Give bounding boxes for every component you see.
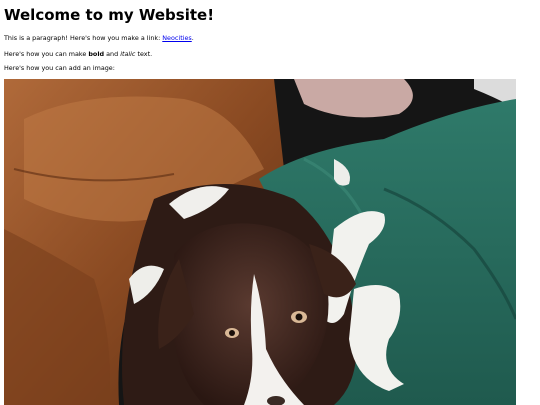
page-title: Welcome to my Website!	[4, 6, 215, 24]
paragraph-suffix: .	[191, 34, 194, 42]
paragraph-prefix: Here's how you can make	[4, 50, 89, 58]
paragraph-formatting: Here's how you can make bold and italic …	[4, 50, 152, 58]
neocities-link[interactable]: Neocities	[162, 34, 191, 42]
bold-text: bold	[88, 50, 105, 58]
dog-photo	[4, 79, 516, 405]
italic-text: italic	[120, 50, 136, 58]
paragraph-text: This is a paragraph! Here's how you make…	[4, 34, 163, 42]
paragraph-link: This is a paragraph! Here's how you make…	[4, 34, 194, 42]
paragraph-image-intro: Here's how you can add an image:	[4, 64, 115, 72]
dog-photo-illustration	[4, 79, 516, 405]
paragraph-middle: and	[104, 50, 121, 58]
paragraph-suffix: text.	[135, 50, 153, 58]
